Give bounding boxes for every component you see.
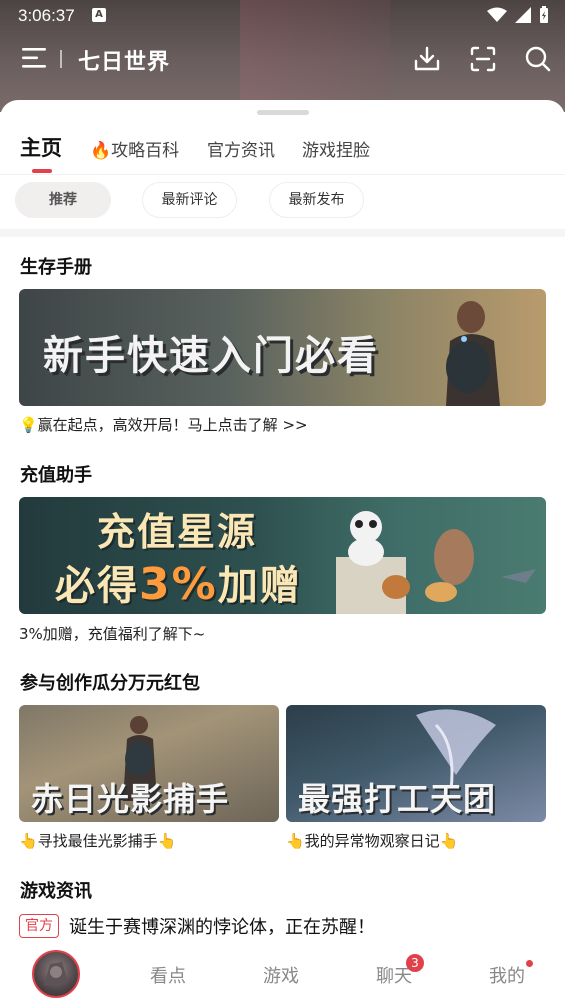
tab-official-news[interactable]: 官方资讯 xyxy=(207,136,275,161)
tab-active-indicator xyxy=(32,169,52,173)
section-title-recharge: 充值助手 xyxy=(20,465,92,486)
banner-recharge-caption[interactable]: 3%加赠，充值福利了解下~ xyxy=(19,623,205,644)
nav-games[interactable]: 游戏 xyxy=(263,962,299,988)
nav-profile[interactable]: 我的 xyxy=(489,962,525,988)
profile-notification-dot xyxy=(526,960,533,967)
banner-recharge-line2: 必得3%加赠 xyxy=(55,553,302,611)
banner-beginner-text: 新手快速入门必看 xyxy=(43,333,379,379)
page-title: 七日世界 xyxy=(78,50,171,75)
status-time: 3:06:37 xyxy=(18,6,75,25)
drag-handle[interactable] xyxy=(257,110,309,115)
banner-work-team-text: 最强打工天团 xyxy=(298,780,497,818)
banner-beginner-caption[interactable]: 💡赢在起点，高效开局！马上点击了解 >> xyxy=(19,414,308,435)
tab-guide-label: 攻略百科 xyxy=(111,141,180,161)
banner-work-team[interactable]: 最强打工天团 xyxy=(286,705,546,822)
status-icons xyxy=(487,6,549,24)
banner-photo-contest[interactable]: 赤日光影捕手 xyxy=(19,705,279,822)
banner-beginner-guide[interactable]: 新手快速入门必看 xyxy=(19,289,546,406)
nav-highlights[interactable]: 看点 xyxy=(150,962,186,988)
signal-icon xyxy=(515,7,531,23)
app-bar: 七日世界 xyxy=(0,38,565,82)
game-logo-icon xyxy=(44,962,68,986)
chip-latest-posts[interactable]: 最新发布 xyxy=(269,182,364,218)
home-avatar-icon[interactable] xyxy=(32,950,80,998)
content-sheet: 主页 🔥攻略百科 官方资讯 游戏捏脸 推荐 最新评论 最新发布 生存手册 新手快… xyxy=(0,100,565,1004)
header-divider xyxy=(60,50,62,68)
tab-guide[interactable]: 🔥攻略百科 xyxy=(90,136,179,161)
chip-recommend[interactable]: 推荐 xyxy=(15,182,111,218)
menu-icon[interactable] xyxy=(20,44,48,72)
search-icon[interactable] xyxy=(523,44,553,74)
wifi-icon xyxy=(487,7,507,22)
banner-recharge-post: 加赠 xyxy=(217,563,302,609)
banner-recharge-percent: 3% xyxy=(139,559,218,610)
status-bar: 3:06:37 A xyxy=(0,0,565,32)
fire-icon: 🔥 xyxy=(90,141,112,161)
banner-photo-contest-text: 赤日光影捕手 xyxy=(31,780,230,818)
header-background: 3:06:37 A 七日世界 xyxy=(0,0,565,112)
news-headline[interactable]: 诞生于赛博深渊的悖论体，正在苏醒！ xyxy=(69,913,375,939)
work-team-caption[interactable]: 👆我的异常物观察日记👆 xyxy=(286,830,458,851)
section-separator xyxy=(0,229,565,237)
character-illustration xyxy=(446,301,500,406)
section-title-survival: 生存手册 xyxy=(20,257,92,278)
news-item[interactable]: 官方 诞生于赛博深渊的悖论体，正在苏醒！ xyxy=(19,913,375,939)
chat-badge: 3 xyxy=(406,954,424,972)
photo-contest-caption[interactable]: 👆寻找最佳光影捕手👆 xyxy=(19,830,176,851)
notification-icon: A xyxy=(92,8,106,22)
chip-latest-comments[interactable]: 最新评论 xyxy=(142,182,237,218)
scan-icon[interactable] xyxy=(468,44,498,74)
battery-icon xyxy=(540,6,548,23)
tab-face-custom[interactable]: 游戏捏脸 xyxy=(302,136,370,161)
section-title-creation: 参与创作瓜分万元红包 xyxy=(20,673,200,694)
official-badge: 官方 xyxy=(19,914,59,938)
section-title-news: 游戏资讯 xyxy=(20,881,92,902)
bottom-nav: 看点 游戏 聊天 3 我的 xyxy=(0,946,565,1004)
filter-chips: 推荐 最新评论 最新发布 xyxy=(0,182,565,222)
tab-bar: 主页 🔥攻略百科 官方资讯 游戏捏脸 xyxy=(0,130,565,174)
tab-home[interactable]: 主页 xyxy=(20,132,62,162)
banner-recharge-pre: 必得 xyxy=(55,563,139,609)
tabs-divider xyxy=(0,174,565,175)
banner-recharge-line1: 充值星源 xyxy=(97,510,258,554)
pet-figures-illustration xyxy=(336,511,536,614)
download-icon[interactable] xyxy=(412,44,442,74)
banner-recharge[interactable]: 充值星源 必得3%加赠 xyxy=(19,497,546,614)
